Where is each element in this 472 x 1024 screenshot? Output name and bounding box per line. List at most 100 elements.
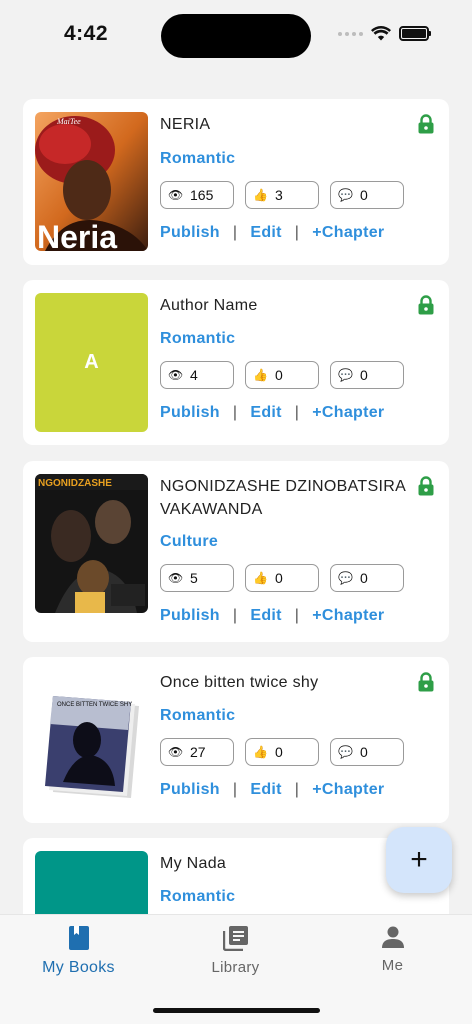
separator: |: [294, 607, 300, 624]
book-cover[interactable]: MaiTee Neria: [35, 112, 148, 251]
publish-button[interactable]: Publish: [160, 781, 220, 799]
comments-stat: 💬 0: [330, 181, 404, 209]
status-bar: 4:42: [0, 0, 472, 70]
wifi-icon: [371, 26, 391, 41]
separator: |: [232, 224, 238, 241]
book-stats: 👁 4 👍 0 💬 0: [160, 361, 404, 389]
eye-icon: 👁: [168, 368, 184, 382]
book-genre: Romantic: [160, 707, 236, 724]
book-stats: 👁 165 👍 3 💬 0: [160, 181, 404, 209]
book-card[interactable]: A Author Name Romantic 👁 4 👍 0 💬 0 Publish …: [23, 280, 449, 445]
book-icon: [68, 926, 89, 950]
nav-label: My Books: [42, 959, 115, 976]
nav-library[interactable]: Library: [157, 915, 314, 995]
likes-count: 0: [275, 367, 283, 383]
add-chapter-button[interactable]: +Chapter: [312, 224, 384, 242]
separator: |: [294, 404, 300, 421]
book-title[interactable]: My Nada: [160, 852, 410, 875]
book-actions: Publish | Edit | +Chapter: [160, 781, 384, 799]
views-stat: 👁 165: [160, 181, 234, 209]
lock-icon: [418, 295, 434, 315]
edit-button[interactable]: Edit: [250, 781, 281, 799]
book-title[interactable]: NERIA: [160, 113, 410, 136]
book-stats: 👁 5 👍 0 💬 0: [160, 564, 404, 592]
nav-label: Library: [211, 959, 260, 976]
publish-button[interactable]: Publish: [160, 224, 220, 242]
book-cover[interactable]: ONCE BITTEN TWICE SHY: [35, 670, 148, 809]
comment-icon: 💬: [338, 571, 353, 585]
book-cover[interactable]: [35, 851, 148, 914]
book-title[interactable]: NGONIDZASHE DZINOBATSIRA VAKAWANDA: [160, 475, 410, 521]
comments-count: 0: [360, 187, 368, 203]
battery-icon: [399, 26, 431, 41]
book-cover[interactable]: NGONIDZASHE: [35, 474, 148, 613]
add-chapter-button[interactable]: +Chapter: [312, 607, 384, 625]
thumbs-up-icon: 👍: [253, 745, 268, 759]
publish-button[interactable]: Publish: [160, 607, 220, 625]
book-title[interactable]: Author Name: [160, 294, 410, 317]
separator: |: [232, 404, 238, 421]
add-book-button[interactable]: +: [386, 827, 452, 893]
book-cover[interactable]: A: [35, 293, 148, 432]
likes-stat: 👍 0: [245, 564, 319, 592]
cover-letter: A: [84, 351, 99, 373]
comments-count: 0: [360, 744, 368, 760]
likes-count: 0: [275, 570, 283, 586]
separator: |: [294, 224, 300, 241]
comment-icon: 💬: [338, 188, 353, 202]
book-card[interactable]: NGONIDZASHE NGONIDZASHE DZINOBATSIRA VAK…: [23, 461, 449, 642]
cover-image-neria: MaiTee Neria: [35, 112, 148, 251]
cover-title-text: NGONIDZASHE: [38, 478, 112, 489]
home-indicator: [153, 1008, 320, 1013]
person-icon: [381, 926, 404, 948]
edit-button[interactable]: Edit: [250, 224, 281, 242]
lock-icon: [418, 114, 434, 134]
separator: |: [294, 781, 300, 798]
thumbs-up-icon: 👍: [253, 571, 268, 585]
likes-count: 3: [275, 187, 283, 203]
separator: |: [232, 607, 238, 624]
comments-stat: 💬 0: [330, 361, 404, 389]
cover-title-text: ONCE BITTEN TWICE SHY: [57, 702, 132, 708]
book-actions: Publish | Edit | +Chapter: [160, 404, 384, 422]
thumbs-up-icon: 👍: [253, 188, 268, 202]
status-time: 4:42: [64, 22, 109, 45]
likes-stat: 👍 0: [245, 361, 319, 389]
views-stat: 👁 4: [160, 361, 234, 389]
nav-me[interactable]: Me: [314, 915, 471, 995]
cover-image-once-bitten: ONCE BITTEN TWICE SHY: [35, 670, 148, 809]
add-chapter-button[interactable]: +Chapter: [312, 404, 384, 422]
comments-stat: 💬 0: [330, 564, 404, 592]
book-genre: Culture: [160, 533, 219, 550]
publish-button[interactable]: Publish: [160, 404, 220, 422]
book-card[interactable]: ONCE BITTEN TWICE SHY Once bitten twice …: [23, 657, 449, 823]
plus-icon: +: [410, 843, 428, 876]
thumbs-up-icon: 👍: [253, 368, 268, 382]
eye-icon: 👁: [168, 571, 184, 585]
lock-icon: [418, 476, 434, 496]
comment-icon: 💬: [338, 745, 353, 759]
views-count: 27: [190, 744, 206, 760]
views-stat: 👁 27: [160, 738, 234, 766]
views-stat: 👁 5: [160, 564, 234, 592]
add-chapter-button[interactable]: +Chapter: [312, 781, 384, 799]
comments-stat: 💬 0: [330, 738, 404, 766]
likes-stat: 👍 3: [245, 181, 319, 209]
book-card[interactable]: MaiTee Neria NERIA Romantic 👁 165 👍 3 💬 0 P…: [23, 99, 449, 265]
nav-my-books[interactable]: My Books: [0, 915, 157, 995]
edit-button[interactable]: Edit: [250, 607, 281, 625]
nav-label: Me: [381, 957, 404, 974]
library-icon: [222, 926, 248, 951]
book-genre: Romantic: [160, 888, 236, 905]
book-genre: Romantic: [160, 150, 236, 167]
cover-title-text: Neria: [37, 219, 117, 251]
views-count: 5: [190, 570, 198, 586]
views-count: 165: [190, 187, 214, 203]
book-actions: Publish | Edit | +Chapter: [160, 224, 384, 242]
edit-button[interactable]: Edit: [250, 404, 281, 422]
book-actions: Publish | Edit | +Chapter: [160, 607, 384, 625]
comments-count: 0: [360, 570, 368, 586]
book-title[interactable]: Once bitten twice shy: [160, 671, 410, 694]
cover-image-ngonidzashe: NGONIDZASHE: [35, 474, 148, 613]
book-list[interactable]: MaiTee Neria NERIA Romantic 👁 165 👍 3 💬 0 P…: [23, 99, 449, 914]
